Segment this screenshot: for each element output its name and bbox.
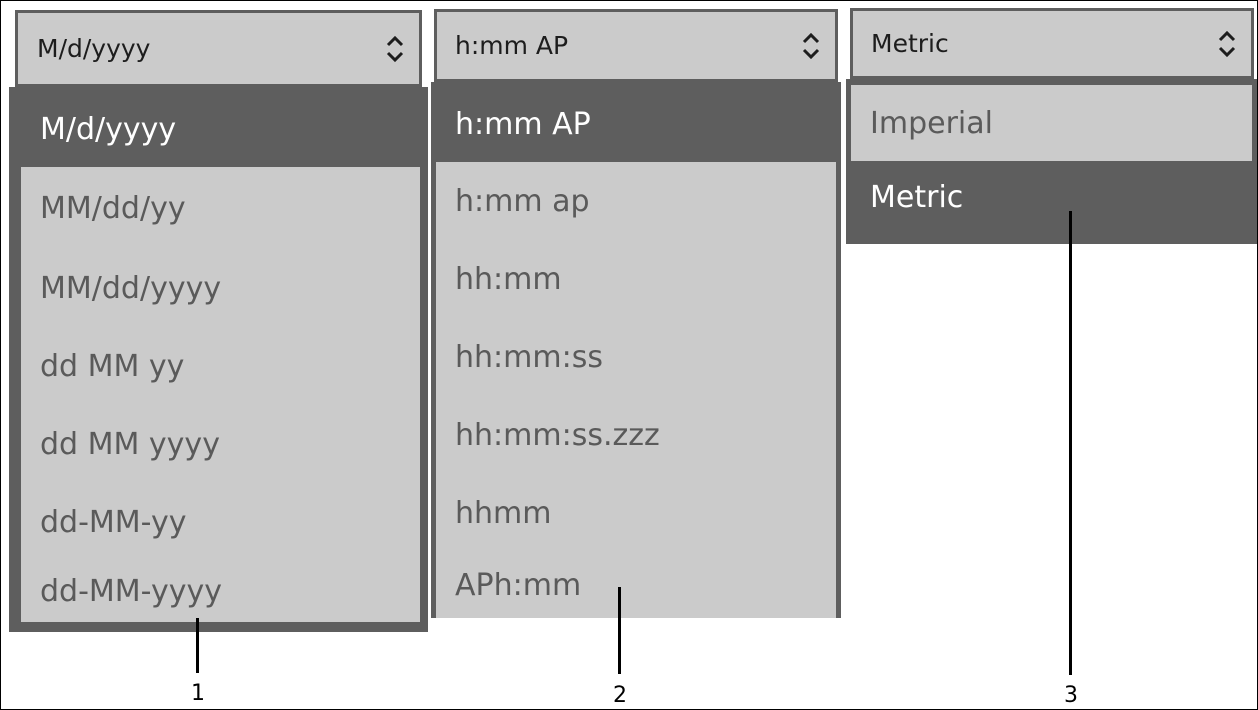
time-format-option[interactable]: hh:mm:ss.zzz — [436, 396, 836, 474]
callout-leader-line — [618, 587, 621, 674]
time-format-option[interactable]: hh:mm — [436, 240, 836, 318]
date-format-option[interactable]: dd-MM-yyyy — [21, 561, 420, 622]
callout-leader-line — [1069, 211, 1072, 675]
date-format-option[interactable]: dd MM yyyy — [21, 405, 420, 483]
time-format-current-value: h:mm AP — [455, 31, 569, 60]
chevron-updown-icon — [386, 35, 404, 62]
callout-leader-line — [196, 618, 199, 673]
date-format-option[interactable]: MM/dd/yyyy — [21, 249, 420, 327]
unit-system-option-list: Imperial Metric — [846, 79, 1257, 244]
unit-system-current-value: Metric — [871, 29, 949, 58]
time-format-option[interactable]: hhmm — [436, 474, 836, 552]
unit-system-select[interactable]: Metric — [850, 8, 1254, 79]
callout-number: 1 — [191, 681, 205, 706]
callout-number: 2 — [613, 683, 627, 708]
date-format-current-value: M/d/yyyy — [37, 34, 151, 63]
date-format-option[interactable]: dd MM yy — [21, 327, 420, 405]
time-format-option[interactable]: h:mm AP — [436, 86, 836, 162]
date-format-option[interactable]: M/d/yyyy — [21, 91, 420, 167]
date-format-option[interactable]: MM/dd/yy — [21, 167, 420, 249]
figure-frame: M/d/yyyy M/d/yyyy MM/dd/yy MM/dd/yyyy dd… — [0, 0, 1258, 710]
date-format-option[interactable]: dd-MM-yy — [21, 483, 420, 561]
time-format-select[interactable]: h:mm AP — [434, 9, 838, 82]
unit-system-option[interactable]: Metric — [851, 161, 1252, 233]
time-format-option-list: h:mm AP h:mm ap hh:mm hh:mm:ss hh:mm:ss.… — [431, 82, 841, 618]
time-format-option[interactable]: h:mm ap — [436, 162, 836, 240]
time-format-option[interactable]: hh:mm:ss — [436, 318, 836, 396]
date-format-select[interactable]: M/d/yyyy — [15, 10, 422, 87]
callout-number: 3 — [1064, 683, 1078, 708]
chevron-updown-icon — [1218, 30, 1236, 57]
unit-system-option[interactable]: Imperial — [851, 85, 1252, 161]
date-format-option-list: M/d/yyyy MM/dd/yy MM/dd/yyyy dd MM yy dd… — [9, 87, 428, 632]
time-format-option[interactable]: APh:mm — [436, 552, 836, 618]
chevron-updown-icon — [802, 32, 820, 59]
